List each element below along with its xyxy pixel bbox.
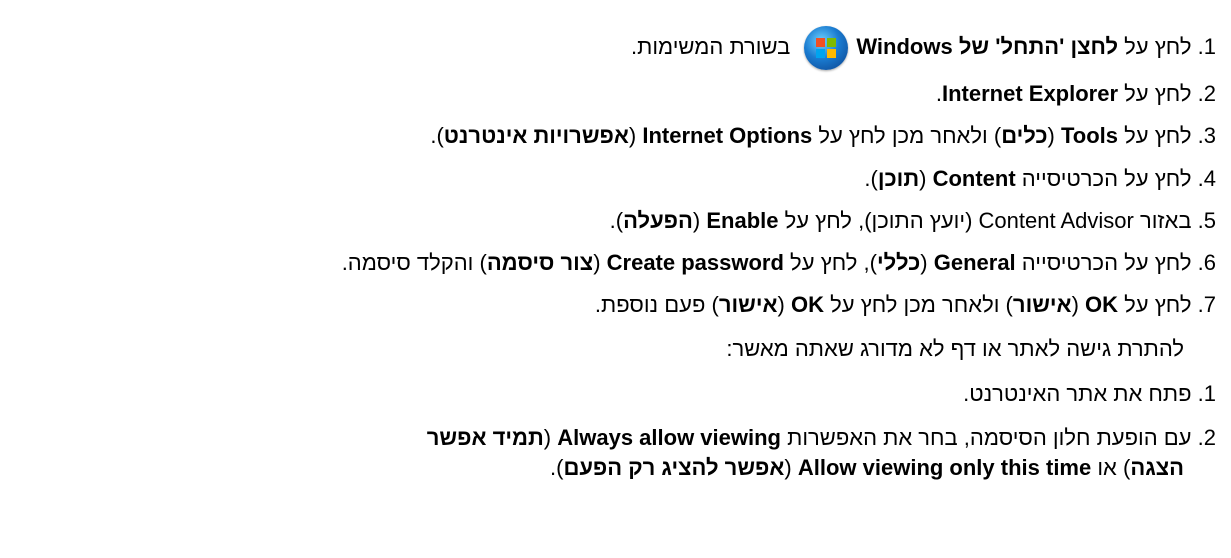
step-text: ( bbox=[919, 166, 933, 191]
step-1: 1. לחץ על לחצן 'התחל' של Windows בשורת ה… bbox=[631, 26, 1216, 70]
step-text: ). bbox=[550, 455, 564, 480]
step-text: ( bbox=[593, 250, 607, 275]
bold-term: OK bbox=[790, 292, 824, 317]
step-number: 1. bbox=[1197, 33, 1216, 59]
step-number: 3. bbox=[1197, 123, 1216, 148]
document-body: 1. לחץ על לחצן 'התחל' של Windows בשורת ה… bbox=[0, 0, 1231, 558]
step-text: לחץ על bbox=[1118, 292, 1192, 317]
step-text: בשורת המשימות. bbox=[631, 33, 797, 59]
step-text: ( bbox=[543, 425, 558, 450]
bold-term: צור סיסמה bbox=[486, 250, 594, 275]
bold-term: הפעלה bbox=[623, 208, 693, 233]
bold-term: כלים bbox=[1001, 123, 1048, 148]
step-text: ( bbox=[1047, 123, 1061, 148]
step-text: עם הופעת חלון הסיסמה, בחר את האפשרות bbox=[781, 425, 1192, 450]
step-number: 5. bbox=[1197, 208, 1216, 233]
step-text: לחץ על bbox=[1118, 81, 1192, 106]
step-7: 7. לחץ על OK (אישור) ולאחר מכן לחץ על OK… bbox=[595, 291, 1216, 319]
bold-term: Content bbox=[932, 166, 1016, 191]
bold-term: Allow viewing only this time bbox=[797, 455, 1092, 480]
step-text: ( bbox=[920, 250, 934, 275]
step-text: ). bbox=[430, 123, 444, 148]
windows-start-orb-icon bbox=[804, 26, 849, 70]
bold-term: Internet Explorer bbox=[941, 81, 1119, 106]
step-number: 1. bbox=[1197, 381, 1216, 406]
step-text: ) והקלד סיסמה. bbox=[341, 250, 487, 275]
step-text: ) ולאחר מכן לחץ על bbox=[823, 292, 1013, 317]
step-text: לחץ על הכרטיסייה bbox=[1015, 250, 1192, 275]
step-number: 2. bbox=[1197, 81, 1216, 106]
bold-term: Tools bbox=[1061, 123, 1119, 148]
step-6: 6. לחץ על הכרטיסייה General (כללי), לחץ … bbox=[342, 249, 1216, 277]
step-text: באזור Content Advisor (יועץ התוכן), לחץ … bbox=[778, 208, 1192, 233]
step-2: 2. לחץ על Internet Explorer. bbox=[936, 80, 1216, 108]
step-text: ( bbox=[628, 123, 643, 148]
step-text: ( bbox=[692, 208, 707, 233]
bold-term: אישור bbox=[1012, 292, 1072, 317]
step-number: 7. bbox=[1197, 292, 1216, 317]
bold-term: אפשר להציג רק הפעם bbox=[563, 455, 785, 480]
bold-term: OK bbox=[1085, 292, 1119, 317]
bold-term: הצגה bbox=[1130, 455, 1184, 480]
bold-term: Always allow viewing bbox=[557, 425, 781, 450]
step2-2-continued: הצגה) או Allow viewing only this time (א… bbox=[550, 454, 1184, 482]
intro-text: להתרת גישה לאתר או דף לא מדורג שאתה מאשר… bbox=[726, 336, 1184, 361]
step-text: לחץ על bbox=[1118, 33, 1192, 59]
bold-term: Create password bbox=[606, 250, 784, 275]
step-text: ( bbox=[784, 455, 798, 480]
bold-term: לחצן 'התחל' של Windows bbox=[856, 33, 1119, 59]
bold-term: תמיד אפשר bbox=[426, 425, 544, 450]
step-number: 6. bbox=[1197, 250, 1216, 275]
step-text: ), לחץ על bbox=[783, 250, 877, 275]
step-text: ( bbox=[1071, 292, 1086, 317]
step-text: פתח את אתר האינטרנט. bbox=[963, 381, 1192, 406]
bold-term: אישור bbox=[718, 292, 778, 317]
step-text: ) או bbox=[1091, 455, 1131, 480]
step-3: 3. לחץ על Tools (כלים) ולאחר מכן לחץ על … bbox=[430, 122, 1216, 150]
step-text: לחץ על bbox=[1118, 123, 1192, 148]
step-text: ). bbox=[864, 166, 878, 191]
bold-term: תוכן bbox=[877, 166, 920, 191]
step-number: 4. bbox=[1197, 166, 1216, 191]
section-intro: להתרת גישה לאתר או דף לא מדורג שאתה מאשר… bbox=[726, 335, 1184, 363]
step-text: ) ולאחר מכן לחץ על bbox=[812, 123, 1002, 148]
step2-2: 2. עם הופעת חלון הסיסמה, בחר את האפשרות … bbox=[427, 424, 1216, 452]
bold-term: Internet Options bbox=[642, 123, 813, 148]
step-text: ( bbox=[777, 292, 791, 317]
step-text: ) פעם נוספת. bbox=[594, 292, 719, 317]
step2-1: 1. פתח את אתר האינטרנט. bbox=[963, 380, 1216, 408]
bold-term: General bbox=[933, 250, 1016, 275]
bold-term: Enable bbox=[706, 208, 779, 233]
bold-term: כללי bbox=[876, 250, 921, 275]
step-5: 5. באזור Content Advisor (יועץ התוכן), ל… bbox=[610, 207, 1216, 235]
bold-term: אפשרויות אינטרנט bbox=[443, 123, 629, 148]
step-number: 2. bbox=[1197, 425, 1216, 450]
step-4: 4. לחץ על הכרטיסייה Content (תוכן). bbox=[864, 165, 1216, 193]
step-text: לחץ על הכרטיסייה bbox=[1015, 166, 1192, 191]
step-text: ). bbox=[609, 208, 624, 233]
